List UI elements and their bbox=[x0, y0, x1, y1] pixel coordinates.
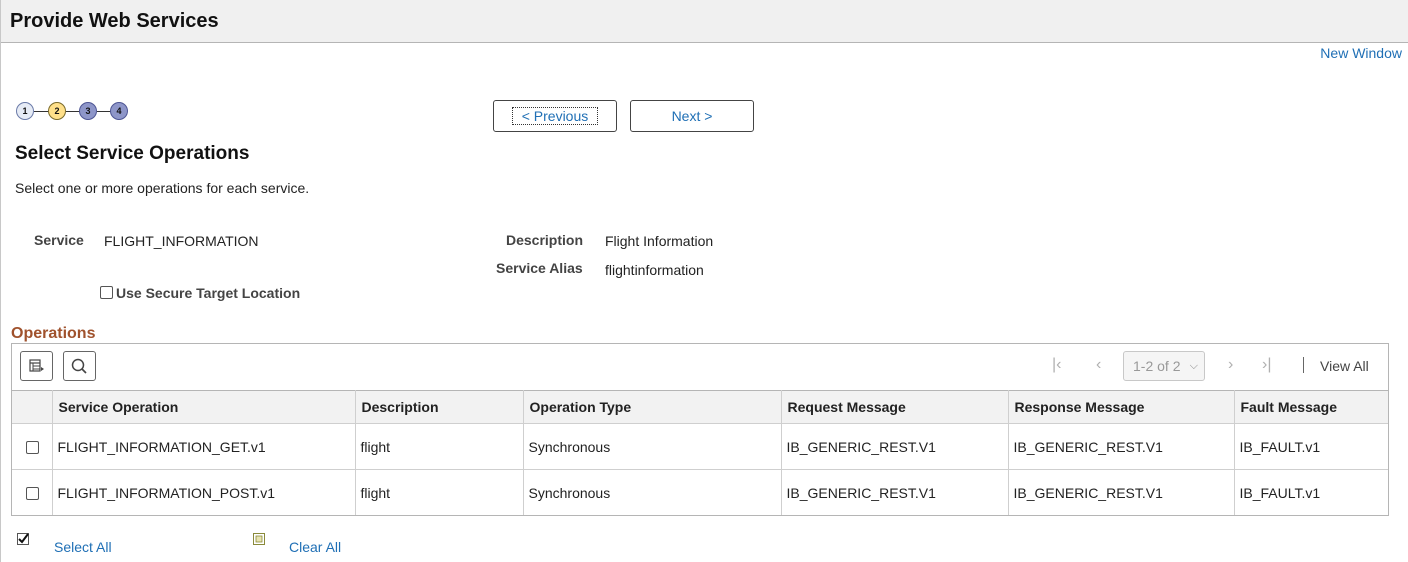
table-cell: Synchronous bbox=[522, 469, 782, 515]
table-header-row: Service Operation Description Operation … bbox=[12, 390, 1388, 424]
clear-all-checkbox-icon[interactable] bbox=[253, 533, 265, 545]
page-header: Provide Web Services bbox=[1, 0, 1408, 43]
view-all-link[interactable]: View All bbox=[1320, 358, 1369, 374]
page-range-select[interactable]: 1-2 of 2 ⌵ bbox=[1123, 351, 1205, 381]
table-cell: IB_FAULT.v1 bbox=[1233, 423, 1388, 470]
grid-toolbar: |‹ ‹ 1-2 of 2 ⌵ › ›| View All bbox=[12, 344, 1388, 390]
operations-grid: |‹ ‹ 1-2 of 2 ⌵ › ›| View All Service Op… bbox=[11, 343, 1389, 516]
column-header[interactable]: Response Message bbox=[1007, 390, 1235, 424]
secure-target-option[interactable]: Use Secure Target Location bbox=[100, 285, 300, 301]
section-title: Select Service Operations bbox=[15, 143, 250, 164]
first-page-icon[interactable]: |‹ bbox=[1052, 356, 1061, 374]
search-icon bbox=[71, 358, 87, 374]
step-1[interactable]: 1 bbox=[16, 102, 34, 120]
description-value: Flight Information bbox=[605, 233, 714, 249]
table-row: FLIGHT_INFORMATION_POST.v1 flight Synchr… bbox=[12, 469, 1388, 515]
new-window-link[interactable]: New Window bbox=[1320, 45, 1402, 61]
table-cell: IB_FAULT.v1 bbox=[1233, 469, 1388, 515]
column-header[interactable]: Fault Message bbox=[1233, 390, 1388, 424]
table-cell: IB_GENERIC_REST.V1 bbox=[1007, 423, 1235, 470]
operations-title: Operations bbox=[11, 325, 96, 342]
select-column-header bbox=[12, 390, 53, 424]
table-cell: IB_GENERIC_REST.V1 bbox=[780, 469, 1009, 515]
last-page-icon[interactable]: ›| bbox=[1262, 356, 1271, 374]
grid-settings-icon bbox=[29, 359, 44, 372]
table-row: FLIGHT_INFORMATION_GET.v1 flight Synchro… bbox=[12, 423, 1388, 470]
table-cell: IB_GENERIC_REST.V1 bbox=[780, 423, 1009, 470]
grid-pager: |‹ ‹ 1-2 of 2 ⌵ › ›| View All bbox=[1048, 344, 1388, 390]
table-cell: Synchronous bbox=[522, 423, 782, 470]
row-checkbox[interactable] bbox=[26, 441, 39, 455]
row-select-cell bbox=[12, 423, 53, 470]
step-connector bbox=[34, 111, 49, 112]
personalize-grid-button[interactable] bbox=[20, 351, 53, 381]
next-page-icon[interactable]: › bbox=[1228, 356, 1233, 374]
service-label: Service bbox=[34, 232, 84, 248]
description-label: Description bbox=[506, 232, 584, 248]
next-button[interactable]: Next > bbox=[630, 100, 754, 132]
page-title: Provide Web Services bbox=[10, 10, 219, 32]
column-header[interactable]: Operation Type bbox=[522, 390, 782, 424]
table-cell: FLIGHT_INFORMATION_GET.v1 bbox=[51, 423, 356, 470]
service-alias-label: Service Alias bbox=[496, 260, 583, 276]
next-button-label: Next > bbox=[671, 108, 713, 124]
previous-button-label: < Previous bbox=[511, 107, 599, 125]
clear-all-link[interactable]: Clear All bbox=[289, 539, 341, 555]
secure-target-label: Use Secure Target Location bbox=[116, 285, 301, 301]
page-range-value: 1-2 of 2 bbox=[1133, 358, 1181, 374]
step-2[interactable]: 2 bbox=[48, 102, 66, 120]
previous-button[interactable]: < Previous bbox=[493, 100, 617, 132]
select-all-checkbox-icon[interactable] bbox=[17, 533, 29, 545]
step-3[interactable]: 3 bbox=[79, 102, 97, 120]
instructions-text: Select one or more operations for each s… bbox=[15, 180, 310, 196]
table-cell: flight bbox=[354, 469, 524, 515]
pager-divider bbox=[1303, 357, 1304, 373]
column-header[interactable]: Request Message bbox=[780, 390, 1009, 424]
select-all-link[interactable]: Select All bbox=[54, 539, 112, 555]
chevron-down-icon: ⌵ bbox=[1189, 360, 1198, 372]
column-header[interactable]: Description bbox=[354, 390, 524, 424]
secure-target-checkbox[interactable] bbox=[100, 286, 113, 299]
previous-page-icon[interactable]: ‹ bbox=[1096, 356, 1101, 374]
table-cell: FLIGHT_INFORMATION_POST.v1 bbox=[51, 469, 356, 515]
step-4[interactable]: 4 bbox=[110, 102, 128, 120]
operations-table: Service Operation Description Operation … bbox=[12, 390, 1388, 515]
service-value: FLIGHT_INFORMATION bbox=[104, 233, 259, 249]
service-alias-value: flightinformation bbox=[605, 262, 704, 278]
table-cell: flight bbox=[354, 423, 524, 470]
row-checkbox[interactable] bbox=[26, 487, 39, 501]
column-header[interactable]: Service Operation bbox=[51, 390, 356, 424]
find-button[interactable] bbox=[63, 351, 96, 381]
table-cell: IB_GENERIC_REST.V1 bbox=[1007, 469, 1235, 515]
row-select-cell bbox=[12, 469, 53, 515]
